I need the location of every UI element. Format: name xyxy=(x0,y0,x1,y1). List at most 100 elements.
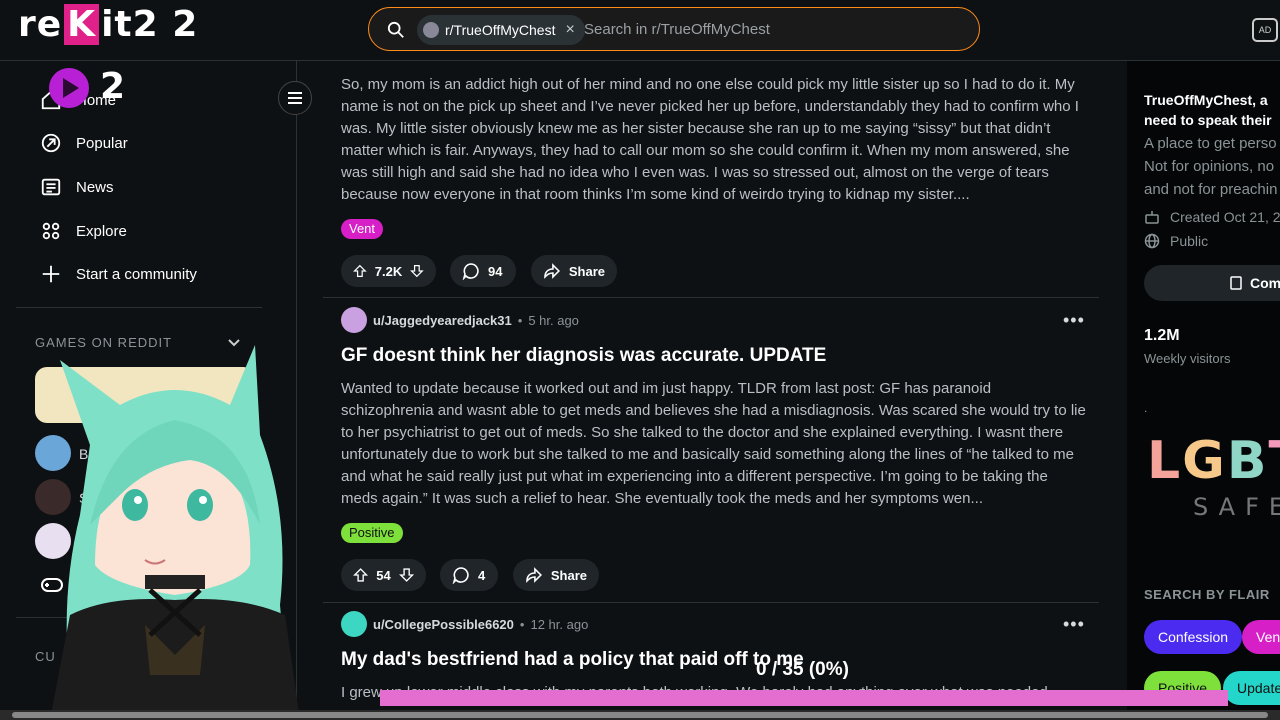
close-icon[interactable]: × xyxy=(565,21,574,39)
globe-icon xyxy=(1144,233,1160,249)
post-time: 5 hr. ago xyxy=(528,312,579,328)
lgbt-letter: L xyxy=(1147,431,1183,491)
lgbt-letter: B xyxy=(1226,431,1269,491)
weekly-visitors-count: 1.2M xyxy=(1144,327,1180,344)
progress-bar xyxy=(380,690,1228,706)
visibility-info: Public xyxy=(1144,233,1208,249)
share-label: Share xyxy=(568,263,605,279)
created-date: Created Oct 21, 20 xyxy=(1170,209,1280,225)
advertise-icon[interactable]: AD xyxy=(1252,18,1278,42)
logo-k: K xyxy=(64,4,100,45)
lgbt-letter: G xyxy=(1182,431,1227,491)
share-button[interactable]: Share xyxy=(531,255,617,287)
flair-filter-confession[interactable]: Confession xyxy=(1144,620,1243,654)
weekly-visitors-label: Weekly visitors xyxy=(1144,351,1231,366)
share-button[interactable]: Share xyxy=(513,559,599,591)
community-guide-button[interactable]: Comm xyxy=(1144,265,1280,301)
vote-pill: 7.2K xyxy=(341,255,436,287)
comments-button[interactable]: 94 xyxy=(450,255,516,287)
sidebar-item-popular[interactable]: Popular xyxy=(40,125,128,161)
community-chip[interactable]: r/TrueOffMyChest × xyxy=(417,15,585,45)
post-separator xyxy=(323,297,1099,298)
plus-icon xyxy=(42,265,60,283)
vote-count: 7.2K xyxy=(374,263,403,279)
cake-icon xyxy=(1145,211,1159,224)
community-button-label: Comm xyxy=(1250,275,1280,291)
progress-label: 0 / 35 (0%) xyxy=(756,659,849,680)
more-options-icon[interactable]: ••• xyxy=(1063,614,1085,635)
sidebar-item-news[interactable]: News xyxy=(40,169,114,205)
logo-text: re xyxy=(18,4,63,45)
top-bar: re Kit2 2 r/TrueOffMyChest × Search in r/… xyxy=(0,0,1280,61)
logo-rest: it xyxy=(101,4,133,45)
community-description: A place to get perso Not for opinions, n… xyxy=(1144,132,1277,201)
book-icon xyxy=(1230,276,1242,290)
share-icon xyxy=(544,263,560,279)
sidebar-item-explore[interactable]: Explore xyxy=(40,213,127,249)
upvote-icon[interactable] xyxy=(353,262,367,280)
play-icon xyxy=(49,68,89,108)
sidebar-item-start-community[interactable]: Start a community xyxy=(40,256,197,292)
search-input[interactable]: Search in r/TrueOffMyChest xyxy=(584,21,770,38)
desc-line: and not for preachin xyxy=(1144,181,1278,198)
search-by-flair-title: SEARCH BY FLAIR xyxy=(1144,587,1270,602)
desc-line: Not for opinions, no xyxy=(1144,158,1275,175)
vote-pill: 54 xyxy=(341,559,426,591)
avatar[interactable] xyxy=(341,307,367,333)
community-avatar xyxy=(423,22,439,38)
sidebar-item-label: News xyxy=(76,178,114,196)
flair-filter-update[interactable]: Update xyxy=(1223,671,1280,705)
popular-icon xyxy=(41,133,61,153)
overlay-counter: 2 xyxy=(100,66,126,107)
community-description-title: TrueOffMyChest, a need to speak their xyxy=(1144,90,1280,130)
search-bar[interactable]: r/TrueOffMyChest × Search in r/TrueOffMy… xyxy=(368,7,980,51)
menu-icon xyxy=(288,92,302,104)
comments-button[interactable]: 4 xyxy=(440,559,498,591)
vote-count: 54 xyxy=(376,567,391,583)
post-body[interactable]: So, my mom is an addict high out of her … xyxy=(341,74,1086,205)
downvote-icon[interactable] xyxy=(398,566,414,584)
post-meta: u/CollegePossible6620 • 12 hr. ago xyxy=(341,611,588,637)
reddit-logo[interactable]: re Kit2 2 xyxy=(18,4,198,45)
post-separator xyxy=(323,602,1099,603)
comment-icon xyxy=(462,263,479,280)
post-flair[interactable]: Positive xyxy=(341,523,403,543)
downvote-icon[interactable] xyxy=(410,262,424,280)
sidebar-divider xyxy=(16,307,262,308)
share-label: Share xyxy=(550,567,587,583)
desc-title-line: need to speak their xyxy=(1144,112,1272,128)
share-icon xyxy=(526,567,542,583)
upvote-icon[interactable] xyxy=(353,566,369,584)
sidebar-item-label: Start a community xyxy=(76,265,197,283)
lgbt-safe-logo: LGBT xyxy=(1147,431,1280,491)
desc-line: A place to get perso xyxy=(1144,135,1277,152)
created-info: Created Oct 21, 20 xyxy=(1144,209,1280,225)
collapse-sidebar-button[interactable] xyxy=(278,81,312,115)
flair-filter-vent[interactable]: Vent xyxy=(1242,620,1280,654)
post-author[interactable]: u/CollegePossible6620 xyxy=(373,617,514,632)
comment-count: 94 xyxy=(488,263,503,279)
logo-suffix: 2 2 xyxy=(132,4,199,45)
lgbt-letter: T xyxy=(1268,431,1280,491)
news-icon xyxy=(41,178,61,196)
post-title[interactable]: My dad's bestfriend had a policy that pa… xyxy=(341,649,804,671)
search-icon xyxy=(387,21,404,38)
sidebar-item-label: Popular xyxy=(76,134,128,152)
more-options-icon[interactable]: ••• xyxy=(1063,310,1085,331)
scrollbar-thumb[interactable] xyxy=(12,712,1268,718)
avatar[interactable] xyxy=(341,611,367,637)
post-author[interactable]: u/Jaggedyearedjack31 xyxy=(373,313,512,328)
safe-text: SAFE xyxy=(1193,493,1280,521)
visibility-label: Public xyxy=(1170,233,1209,249)
post-title[interactable]: GF doesnt think her diagnosis was accura… xyxy=(341,345,826,367)
post-body[interactable]: Wanted to update because it worked out a… xyxy=(341,378,1086,509)
comment-icon xyxy=(452,567,469,584)
desc-title-line: TrueOffMyChest, a xyxy=(1144,92,1268,108)
right-sidebar: TrueOffMyChest, a need to speak their A … xyxy=(1127,61,1280,720)
horizontal-scrollbar[interactable] xyxy=(0,710,1280,720)
post-meta: u/Jaggedyearedjack31 • 5 hr. ago xyxy=(341,307,579,333)
comment-count: 4 xyxy=(478,567,486,583)
separator-dot: . xyxy=(1144,401,1148,415)
post-time: 12 hr. ago xyxy=(530,616,589,632)
post-flair[interactable]: Vent xyxy=(341,219,384,239)
